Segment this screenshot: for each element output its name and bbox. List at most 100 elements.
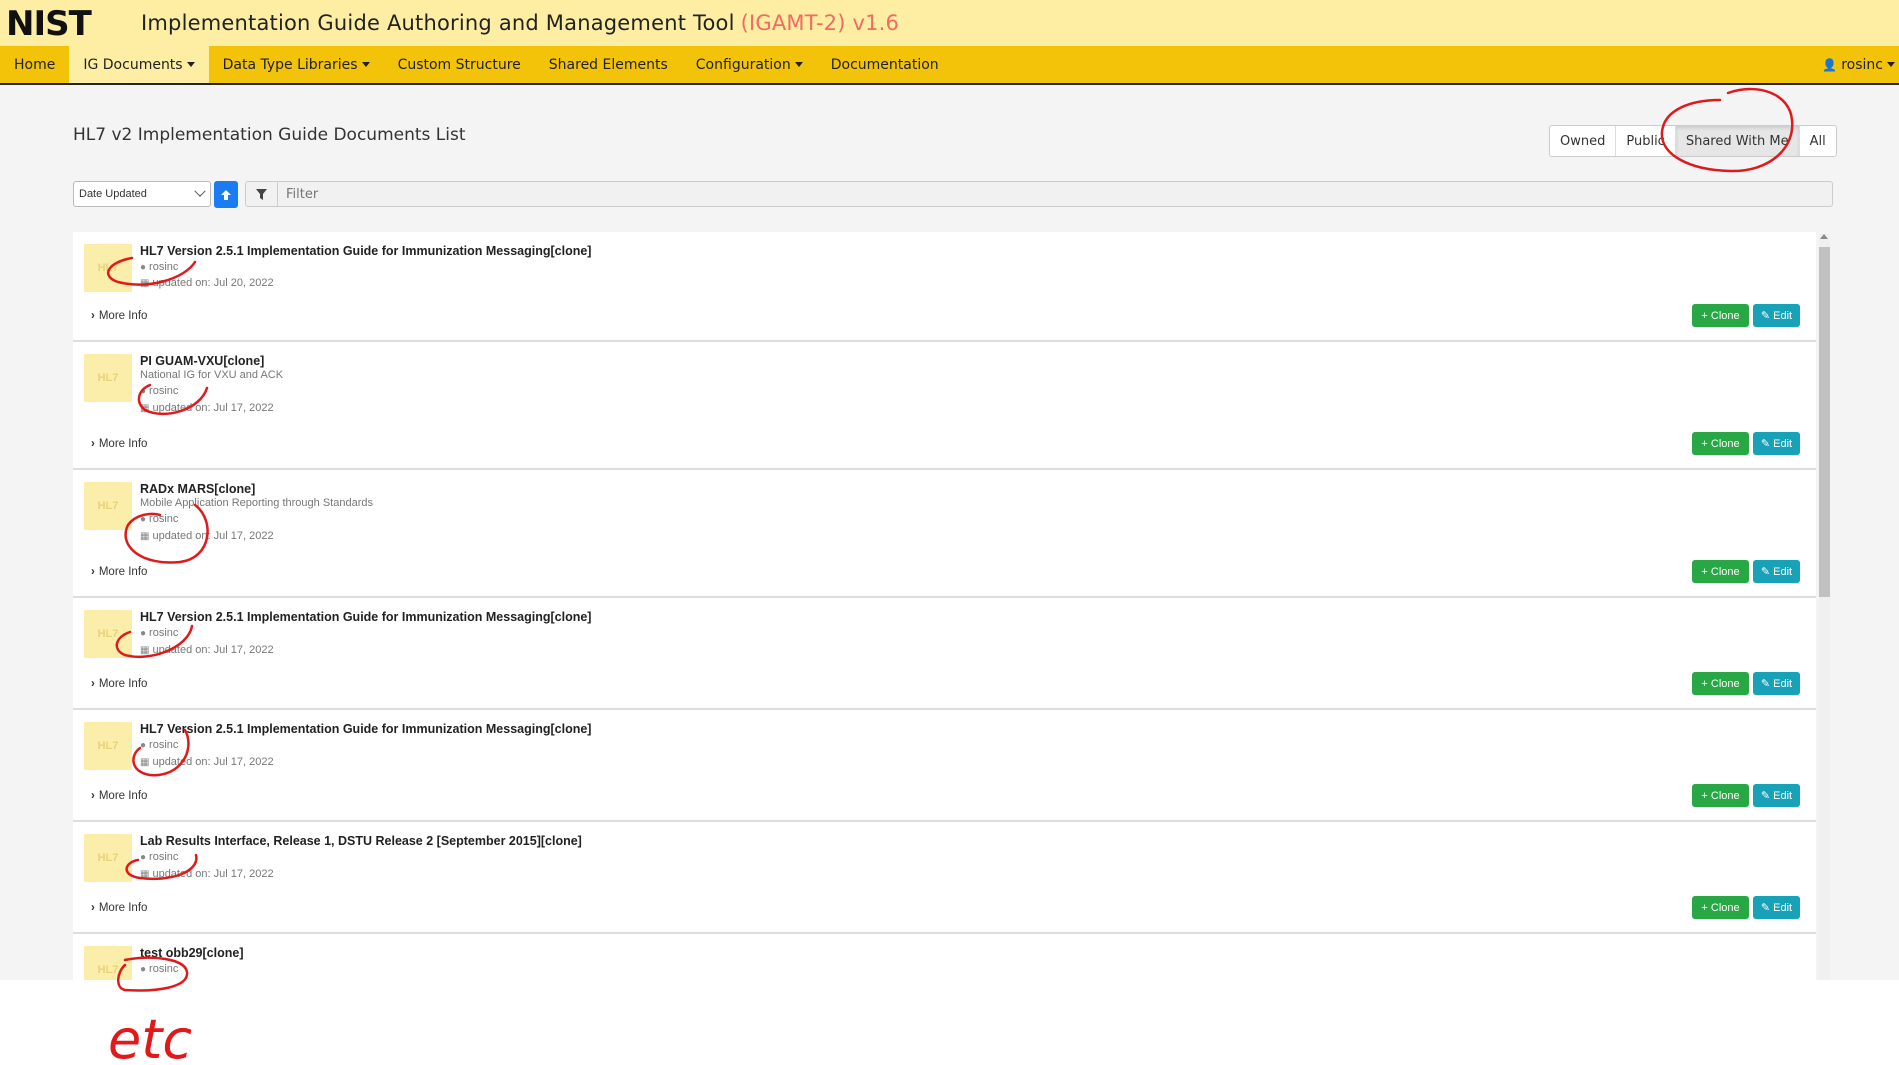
hl7-thumbnail: HL7 xyxy=(84,834,132,882)
edit-label: Edit xyxy=(1773,789,1793,802)
filter-owned[interactable]: Owned xyxy=(1550,126,1617,156)
more-info-label: More Info xyxy=(98,790,148,802)
document-description: Mobile Application Reporting through Sta… xyxy=(140,497,373,509)
user-icon: ● xyxy=(140,963,147,975)
nav-ig-documents[interactable]: IG Documents xyxy=(69,46,209,83)
scrollbar-thumb[interactable] xyxy=(1819,247,1830,597)
nav-documentation[interactable]: Documentation xyxy=(817,46,953,83)
hl7-thumbnail: HL7 xyxy=(84,482,132,530)
filter-all[interactable]: All xyxy=(1800,126,1836,156)
clone-button[interactable]: + Clone xyxy=(1692,560,1749,583)
owner-name: rosinc xyxy=(149,963,179,975)
sort-select-value: Date Updated xyxy=(79,188,147,200)
document-title[interactable]: test obb29[clone] xyxy=(140,946,244,960)
user-icon: 👤 xyxy=(1822,57,1838,72)
clone-button[interactable]: + Clone xyxy=(1692,672,1749,695)
chevron-right-icon: › xyxy=(91,790,95,802)
document-updated: ▦ updated on: Jul 17, 2022 xyxy=(140,756,274,768)
hl7-thumbnail: HL7 xyxy=(84,354,132,402)
edit-button[interactable]: ✎ Edit xyxy=(1753,784,1800,807)
nav-home[interactable]: Home xyxy=(0,46,69,83)
chevron-right-icon: › xyxy=(91,310,95,322)
arrow-up-icon xyxy=(221,189,231,200)
sort-direction-button[interactable] xyxy=(214,181,238,208)
edit-button[interactable]: ✎ Edit xyxy=(1753,672,1800,695)
document-title[interactable]: Lab Results Interface, Release 1, DSTU R… xyxy=(140,834,582,848)
document-card: HL7 HL7 Version 2.5.1 Implementation Gui… xyxy=(73,232,1816,342)
nav-shared-elements-label: Shared Elements xyxy=(548,56,668,73)
filter-bar xyxy=(245,181,1833,207)
plus-icon: + xyxy=(1701,309,1708,322)
owner-name: rosinc xyxy=(149,851,179,863)
more-info-label: More Info xyxy=(98,310,148,322)
filter-icon xyxy=(246,182,278,206)
owner-name: rosinc xyxy=(149,385,179,397)
edit-label: Edit xyxy=(1773,565,1793,578)
document-title[interactable]: RADx MARS[clone] xyxy=(140,482,255,496)
chevron-right-icon: › xyxy=(91,678,95,690)
edit-button[interactable]: ✎ Edit xyxy=(1753,304,1800,327)
sort-select[interactable]: Date Updated xyxy=(73,181,211,207)
nav-home-label: Home xyxy=(14,56,56,73)
app-title-text: Implementation Guide Authoring and Manag… xyxy=(141,11,735,35)
nav-shared-elements[interactable]: Shared Elements xyxy=(535,46,682,83)
nav-data-type-libraries[interactable]: Data Type Libraries xyxy=(209,46,384,83)
document-title[interactable]: HL7 Version 2.5.1 Implementation Guide f… xyxy=(140,610,591,624)
clone-label: Clone xyxy=(1710,677,1740,690)
nav-documentation-label: Documentation xyxy=(830,56,939,73)
document-card: HL7 test obb29[clone] ● rosinc xyxy=(73,934,1816,980)
ownership-filter-group: Owned Public Shared With Me All xyxy=(1549,125,1837,157)
document-card: HL7 HL7 Version 2.5.1 Implementation Gui… xyxy=(73,598,1816,710)
clone-button[interactable]: + Clone xyxy=(1692,432,1749,455)
document-updated: ▦ updated on: Jul 17, 2022 xyxy=(140,530,274,542)
more-info-toggle[interactable]: › More Info xyxy=(91,790,147,802)
caret-down-icon xyxy=(361,62,370,67)
clone-button[interactable]: + Clone xyxy=(1692,784,1749,807)
document-card: HL7 RADx MARS[clone] Mobile Application … xyxy=(73,470,1816,598)
more-info-toggle[interactable]: › More Info xyxy=(91,902,147,914)
document-title[interactable]: PI GUAM-VXU[clone] xyxy=(140,354,264,368)
edit-button[interactable]: ✎ Edit xyxy=(1753,432,1800,455)
more-info-toggle[interactable]: › More Info xyxy=(91,438,147,450)
document-card: HL7 HL7 Version 2.5.1 Implementation Gui… xyxy=(73,710,1816,822)
pencil-icon: ✎ xyxy=(1760,566,1771,578)
scroll-up-icon[interactable] xyxy=(1820,234,1828,239)
pencil-icon: ✎ xyxy=(1760,678,1771,690)
filter-shared-with-me[interactable]: Shared With Me xyxy=(1675,126,1800,156)
chevron-right-icon: › xyxy=(91,566,95,578)
nist-logo[interactable]: NIST xyxy=(6,4,124,42)
plus-icon: + xyxy=(1701,677,1708,690)
owner-name: rosinc xyxy=(149,627,179,639)
app-title: Implementation Guide Authoring and Manag… xyxy=(141,11,899,35)
more-info-toggle[interactable]: › More Info xyxy=(91,678,147,690)
updated-date: updated on: Jul 17, 2022 xyxy=(152,868,274,880)
chevron-down-icon xyxy=(194,185,206,197)
nav-custom-structure[interactable]: Custom Structure xyxy=(384,46,535,83)
calendar-icon: ▦ xyxy=(140,868,150,880)
updated-date: updated on: Jul 20, 2022 xyxy=(152,277,274,289)
filter-input[interactable] xyxy=(278,182,1832,206)
document-title[interactable]: HL7 Version 2.5.1 Implementation Guide f… xyxy=(140,244,591,258)
filter-public[interactable]: Public xyxy=(1616,126,1676,156)
hl7-thumbnail: HL7 xyxy=(84,946,132,980)
calendar-icon: ▦ xyxy=(140,756,150,768)
document-title[interactable]: HL7 Version 2.5.1 Implementation Guide f… xyxy=(140,722,591,736)
caret-down-icon xyxy=(186,62,195,67)
app-version: (IGAMT-2) v1.6 xyxy=(740,11,900,35)
hl7-thumbnail: HL7 xyxy=(84,244,132,292)
edit-button[interactable]: ✎ Edit xyxy=(1753,560,1800,583)
document-owner: ● rosinc xyxy=(140,851,178,863)
clone-button[interactable]: + Clone xyxy=(1692,304,1749,327)
clone-button[interactable]: + Clone xyxy=(1692,896,1749,919)
document-updated: ▦ updated on: Jul 17, 2022 xyxy=(140,868,274,880)
nav-configuration[interactable]: Configuration xyxy=(682,46,817,83)
more-info-toggle[interactable]: › More Info xyxy=(91,566,147,578)
edit-button[interactable]: ✎ Edit xyxy=(1753,896,1800,919)
document-owner: ● rosinc xyxy=(140,739,178,751)
user-menu[interactable]: 👤 rosinc xyxy=(1808,46,1899,83)
more-info-label: More Info xyxy=(98,902,148,914)
more-info-toggle[interactable]: › More Info xyxy=(91,310,147,322)
app-header: NIST Implementation Guide Authoring and … xyxy=(0,0,1899,46)
clone-label: Clone xyxy=(1710,437,1740,450)
plus-icon: + xyxy=(1701,437,1708,450)
